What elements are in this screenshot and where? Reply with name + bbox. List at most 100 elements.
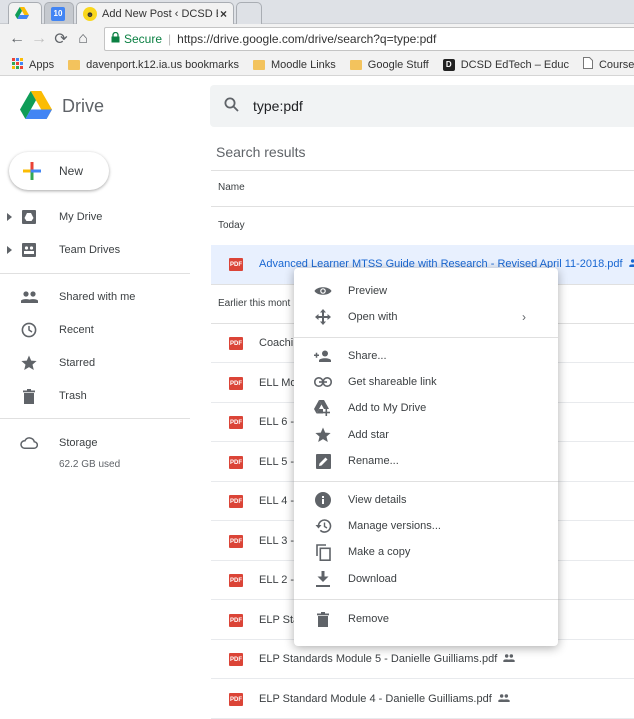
menu-item-make-a-copy[interactable]: Make a copy — [294, 539, 558, 565]
sidebar-item-my-drive[interactable]: My Drive — [0, 204, 190, 230]
lock-icon — [111, 31, 120, 46]
reload-icon[interactable]: ⟳ — [50, 28, 72, 50]
pdf-file-icon: PDF — [229, 693, 243, 706]
new-tab-button[interactable] — [236, 2, 262, 24]
trash-icon — [314, 610, 332, 628]
bookmark-label: Apps — [29, 58, 55, 71]
folder-icon — [349, 59, 362, 70]
file-name: ELL 4 - — [259, 495, 295, 507]
sidebar-item-storage[interactable]: Storage — [0, 430, 190, 456]
person-add-icon — [314, 347, 332, 365]
people-icon — [20, 288, 38, 306]
folder-icon — [252, 59, 265, 70]
sidebar-item-team-drives[interactable]: Team Drives — [0, 237, 190, 263]
dcsd-favicon-icon: D — [442, 58, 455, 71]
menu-item-manage-versions[interactable]: Manage versions... — [294, 513, 558, 539]
bookmark-moodle-links[interactable]: Moodle Links — [252, 58, 336, 71]
new-button[interactable]: New — [9, 152, 109, 190]
forward-arrow-icon[interactable]: → — [28, 28, 50, 50]
expand-caret-icon[interactable] — [7, 246, 12, 254]
file-name: ELL 2 - — [259, 574, 295, 586]
menu-item-get-shareable-link[interactable]: Get shareable link — [294, 369, 558, 395]
sidebar-item-label: Trash — [59, 390, 87, 402]
menu-item-add-to-my-drive[interactable]: Add to My Drive — [294, 395, 558, 421]
pdf-file-icon: PDF — [229, 416, 243, 429]
bookmark-label: DCSD EdTech – Educ — [460, 58, 569, 71]
context-menu: Preview Open with › Share... Get shareab… — [294, 268, 558, 646]
shared-people-icon — [498, 693, 510, 705]
history-icon — [314, 517, 332, 535]
cloud-icon — [20, 434, 38, 452]
google-drive-logo-icon[interactable] — [20, 91, 52, 124]
pdf-file-icon: PDF — [229, 535, 243, 548]
search-query[interactable]: type:pdf — [253, 98, 303, 114]
tab-add-new-post[interactable]: ☻ Add New Post ‹ DCSD Ed × — [76, 2, 234, 25]
sidebar-item-label: Recent — [59, 324, 94, 336]
tab-calendar[interactable]: 10 — [44, 2, 74, 24]
expand-caret-icon[interactable] — [7, 213, 12, 221]
bookmark-davenport[interactable]: davenport.k12.ia.us bookmarks — [68, 59, 239, 71]
eye-icon — [314, 282, 332, 300]
sidebar-item-shared-with-me[interactable]: Shared with me — [0, 284, 190, 310]
submenu-chevron-icon: › — [522, 310, 526, 324]
menu-item-download[interactable]: Download — [294, 566, 558, 592]
file-row[interactable]: PDF ELP Standard Module 4 - Danielle Gui… — [211, 680, 634, 719]
link-icon — [314, 373, 332, 391]
sidebar-item-recent[interactable]: Recent — [0, 317, 190, 343]
bookmark-dcsd-edtech[interactable]: D DCSD EdTech – Educ — [442, 58, 569, 71]
tab-label: Add New Post ‹ DCSD Ed — [102, 8, 218, 20]
file-name: ELP Standards Module 5 - Danielle Guilli… — [259, 653, 515, 665]
menu-divider — [294, 599, 558, 600]
smiley-favicon-icon: ☻ — [83, 7, 97, 21]
sidebar-item-starred[interactable]: Starred — [0, 350, 190, 376]
download-icon — [314, 570, 332, 588]
bookmark-label: CourseWhere - Logo — [598, 58, 634, 71]
menu-item-rename[interactable]: Rename... — [294, 448, 558, 474]
tab-strip: 10 ☻ Add New Post ‹ DCSD Ed × — [0, 0, 634, 25]
pdf-file-icon: PDF — [229, 495, 243, 508]
star-icon — [20, 354, 38, 372]
copy-icon — [314, 543, 332, 561]
drive-search-bar[interactable]: type:pdf — [210, 85, 634, 127]
file-name: ELL 5 - — [259, 456, 295, 468]
pdf-file-icon: PDF — [229, 574, 243, 587]
drive-add-icon — [314, 399, 332, 417]
sidebar-item-trash[interactable]: Trash — [0, 383, 190, 409]
omnibox-separator: | — [168, 32, 172, 46]
pdf-file-icon: PDF — [229, 258, 243, 271]
column-header-name[interactable]: Name — [218, 182, 245, 193]
group-label-earlier: Earlier this mont — [218, 298, 291, 309]
menu-item-share[interactable]: Share... — [294, 343, 558, 369]
trash-icon — [20, 387, 38, 405]
drive-logo-text[interactable]: Drive — [62, 96, 104, 117]
pdf-file-icon: PDF — [229, 653, 243, 666]
home-icon[interactable]: ⌂ — [72, 28, 94, 50]
secure-label: Secure — [124, 32, 163, 46]
bookmark-google-stuff[interactable]: Google Stuff — [349, 59, 429, 71]
file-name: ELL Mo — [259, 377, 297, 389]
search-icon[interactable] — [224, 97, 239, 115]
menu-item-open-with[interactable]: Open with › — [294, 304, 558, 330]
back-arrow-icon[interactable]: ← — [6, 28, 28, 50]
bookmarks-bar: Apps davenport.k12.ia.us bookmarks Moodl… — [0, 54, 634, 76]
menu-item-preview[interactable]: Preview — [294, 278, 558, 304]
tab-close-icon[interactable]: × — [220, 7, 227, 21]
menu-item-remove[interactable]: Remove — [294, 606, 558, 632]
new-button-label: New — [59, 164, 84, 178]
address-bar[interactable]: Secure | https://drive.google.com/drive/… — [104, 27, 634, 51]
pdf-file-icon: PDF — [229, 377, 243, 390]
sidebar-divider — [0, 418, 190, 419]
folder-icon — [68, 59, 81, 70]
plus-icon — [23, 162, 41, 183]
team-drives-icon — [20, 241, 38, 259]
tab-google-drive[interactable] — [8, 2, 42, 25]
calendar-favicon-icon: 10 — [51, 6, 65, 21]
bookmark-coursewhere[interactable]: CourseWhere - Logo — [582, 57, 634, 72]
bookmark-label: Moodle Links — [270, 58, 336, 71]
move-icon — [314, 308, 332, 326]
storage-used-text: 62.2 GB used — [59, 459, 121, 470]
bookmark-apps[interactable]: Apps — [12, 57, 55, 72]
menu-item-view-details[interactable]: View details — [294, 487, 558, 513]
page-icon — [582, 57, 593, 72]
menu-item-add-star[interactable]: Add star — [294, 422, 558, 448]
